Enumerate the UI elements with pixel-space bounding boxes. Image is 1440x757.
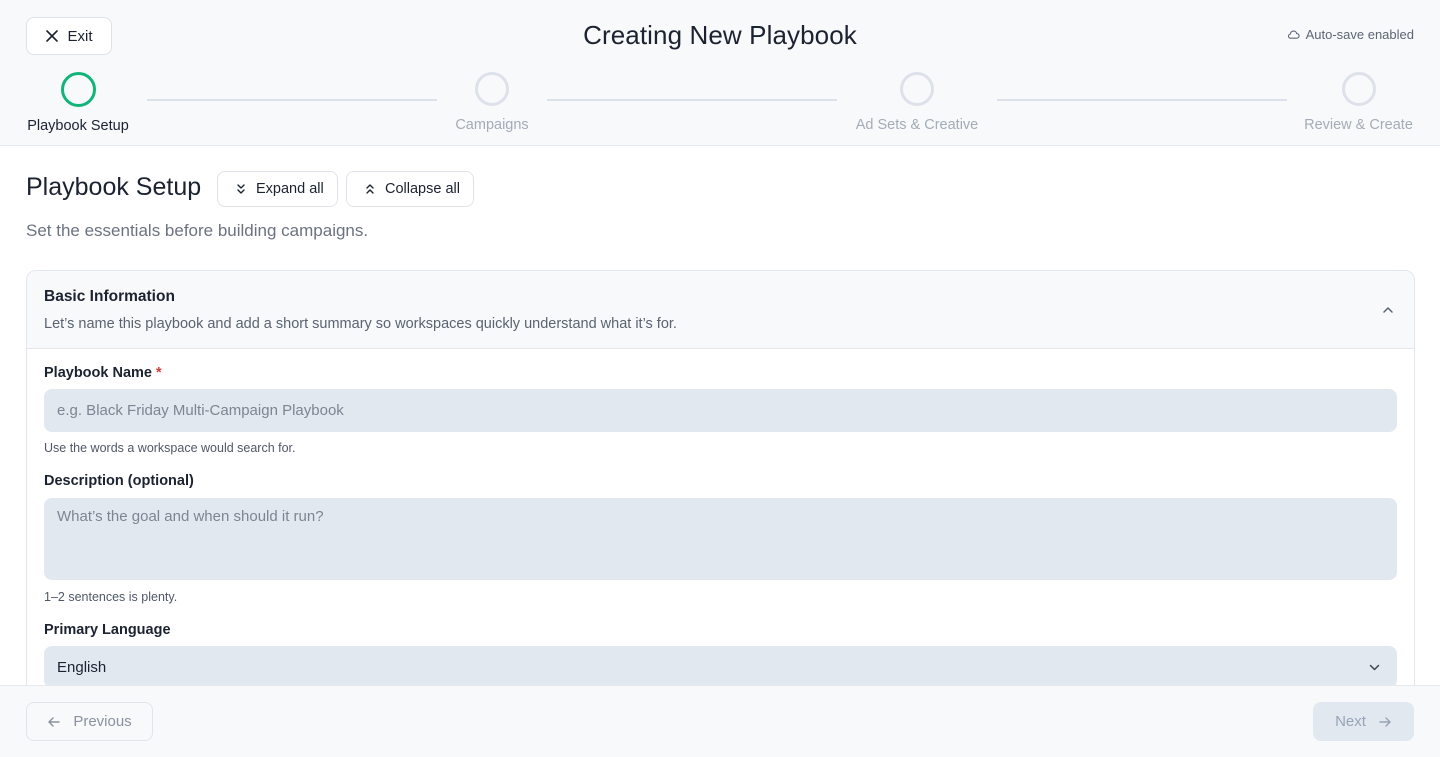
footer-bar: Previous Next [0, 685, 1440, 757]
step-ad-sets-creative[interactable]: Ad Sets & Creative [852, 72, 982, 133]
card-description: Let’s name this playbook and add a short… [44, 316, 677, 332]
description-label: Description (optional) [44, 473, 194, 489]
primary-language-label: Primary Language [44, 622, 171, 638]
collapse-all-label: Collapse all [385, 181, 460, 197]
primary-language-value: English [57, 658, 107, 676]
chevrons-up-icon [366, 184, 374, 194]
step-label: Review & Create [1304, 117, 1413, 133]
step-connector [147, 99, 437, 101]
previous-label: Previous [73, 713, 132, 730]
section-title: Playbook Setup [26, 173, 202, 201]
step-playbook-setup[interactable]: Playbook Setup [26, 72, 130, 134]
step-label: Playbook Setup [27, 118, 129, 134]
chevron-down-icon [1369, 664, 1380, 671]
section-subtitle: Set the essentials before building campa… [26, 221, 369, 240]
page-title: Creating New Playbook [583, 20, 857, 50]
expand-all-label: Expand all [256, 181, 324, 197]
description-help: 1–2 sentences is plenty. [44, 590, 178, 604]
playbook-name-input[interactable] [44, 389, 1397, 432]
autosave-label: Auto-save enabled [1305, 27, 1414, 42]
autosave-status: Auto-save enabled [1287, 27, 1414, 42]
step-label: Campaigns [455, 117, 529, 133]
chevron-up-icon[interactable] [1381, 303, 1395, 317]
cloud-icon [1287, 30, 1300, 39]
step-indicator [900, 72, 934, 106]
step-indicator [1341, 72, 1376, 106]
collapse-all-button[interactable]: Collapse all [346, 171, 474, 207]
required-mark: * [156, 365, 162, 381]
card-header[interactable]: Basic Information Let’s name this playbo… [27, 271, 1414, 349]
chevrons-down-icon [237, 184, 245, 194]
step-connector [547, 99, 837, 101]
step-connector [997, 99, 1287, 101]
description-textarea[interactable] [44, 498, 1397, 580]
basic-information-card: Basic Information Let’s name this playbo… [26, 270, 1415, 757]
previous-button[interactable]: Previous [26, 702, 153, 741]
expand-all-button[interactable]: Expand all [217, 171, 338, 207]
playbook-name-label: Playbook Name * [44, 365, 162, 381]
step-indicator [475, 72, 509, 106]
primary-language-select[interactable]: English [44, 646, 1397, 688]
step-campaigns[interactable]: Campaigns [452, 72, 532, 133]
arrow-left-icon [48, 716, 61, 727]
step-review-create[interactable]: Review & Create [1302, 72, 1415, 133]
step-indicator [60, 72, 96, 107]
arrow-right-icon [1379, 716, 1391, 727]
playbook-name-help: Use the words a workspace would search f… [44, 441, 296, 455]
next-button[interactable]: Next [1313, 702, 1414, 741]
card-title: Basic Information [44, 288, 175, 305]
top-bar: Exit Creating New Playbook Auto-save ena… [0, 0, 1440, 146]
playbook-name-label-text: Playbook Name [44, 365, 152, 381]
step-label: Ad Sets & Creative [855, 117, 979, 133]
next-label: Next [1335, 713, 1366, 730]
